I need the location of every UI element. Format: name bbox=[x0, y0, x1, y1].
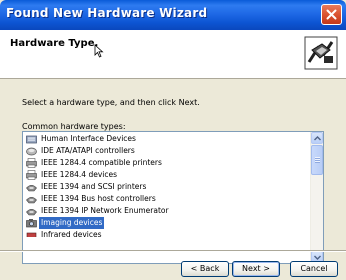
scroll-thumb[interactable] bbox=[311, 145, 323, 175]
list-item-label: IEEE 1394 and SCSI printers bbox=[41, 182, 147, 191]
cancel-button[interactable]: Cancel bbox=[290, 261, 338, 277]
list-item[interactable]: Infrared devices bbox=[23, 229, 311, 237]
window-title: Found New Hardware Wizard bbox=[6, 6, 208, 20]
wizard-header: Hardware Type. bbox=[0, 30, 346, 79]
vertical-scrollbar[interactable] bbox=[310, 132, 323, 263]
title-bar[interactable]: Found New Hardware Wizard bbox=[0, 0, 346, 30]
page-title: Hardware Type. bbox=[10, 38, 99, 49]
firewire-icon bbox=[26, 208, 37, 216]
thumb-grip bbox=[315, 157, 320, 163]
printer-port-icon bbox=[26, 170, 37, 180]
next-button[interactable]: Next > bbox=[232, 261, 280, 277]
firewire-icon bbox=[26, 184, 37, 192]
close-icon bbox=[326, 9, 337, 20]
list-item[interactable]: IEEE 1284.4 compatible printers bbox=[23, 157, 311, 169]
list-item[interactable]: IEEE 1394 and SCSI printers bbox=[23, 181, 311, 193]
list-item-label: IEEE 1284.4 compatible printers bbox=[41, 158, 162, 167]
list-item[interactable]: IEEE 1394 IP Network Enumerator bbox=[23, 205, 311, 217]
printer-port-icon bbox=[26, 158, 37, 168]
list-item-label: IEEE 1284.4 devices bbox=[41, 170, 117, 179]
list-item-label: IDE ATA/ATAPI controllers bbox=[41, 146, 135, 155]
mouse-pointer-icon bbox=[94, 44, 104, 58]
list-item-selected[interactable]: Imaging devices bbox=[23, 217, 311, 229]
list-item[interactable]: IDE ATA/ATAPI controllers bbox=[23, 145, 311, 157]
list-item[interactable]: IEEE 1394 Bus host controllers bbox=[23, 193, 311, 205]
camera-icon bbox=[26, 219, 37, 228]
chevron-up-icon bbox=[314, 136, 321, 141]
instructions-text: Select a hardware type, and then click N… bbox=[22, 98, 200, 107]
list-item-label: IEEE 1394 IP Network Enumerator bbox=[41, 206, 169, 215]
wizard-window: Found New Hardware Wizard Hardware Type.… bbox=[0, 0, 346, 280]
back-button[interactable]: < Back bbox=[181, 261, 229, 277]
scroll-up-button[interactable] bbox=[311, 132, 323, 144]
firewire-icon bbox=[26, 196, 37, 204]
hardware-types-list[interactable]: Human Interface Devices IDE ATA/ATAPI co… bbox=[22, 131, 324, 264]
infrared-icon bbox=[26, 232, 37, 237]
hardware-types-label: Common hardware types: bbox=[22, 122, 126, 131]
list-item-label: Human Interface Devices bbox=[41, 134, 136, 143]
ide-controller-icon bbox=[26, 147, 37, 156]
chevron-down-icon bbox=[314, 255, 321, 260]
hardware-wizard-icon bbox=[304, 36, 338, 70]
footer-separator bbox=[0, 250, 346, 252]
hid-icon bbox=[26, 135, 37, 144]
close-button[interactable] bbox=[321, 4, 342, 25]
list-item[interactable]: Human Interface Devices bbox=[23, 133, 311, 145]
list-item-label: Infrared devices bbox=[41, 230, 102, 237]
list-item-label: Imaging devices bbox=[39, 217, 105, 229]
list-item[interactable]: IEEE 1284.4 devices bbox=[23, 169, 311, 181]
list-item-label: IEEE 1394 Bus host controllers bbox=[41, 194, 156, 203]
